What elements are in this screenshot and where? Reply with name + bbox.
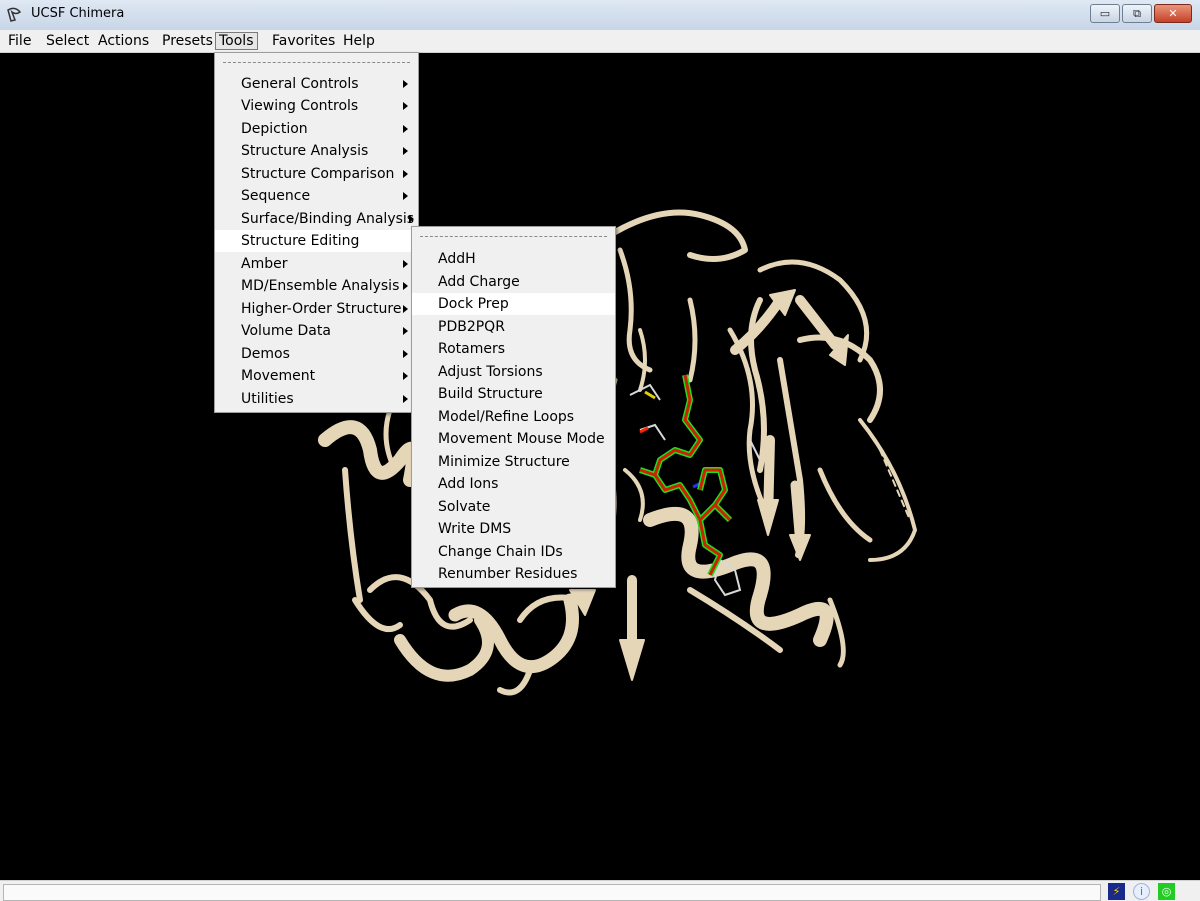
- submenu-arrow-icon: [403, 327, 408, 335]
- minimize-button[interactable]: ▭: [1090, 4, 1120, 23]
- menu-item-pdb2pqr[interactable]: PDB2PQR: [412, 316, 615, 338]
- menu-item-label: Volume Data: [241, 323, 331, 339]
- status-bar: ⚡ i ◎: [0, 880, 1200, 901]
- menu-item-add-ions[interactable]: Add Ions: [412, 473, 615, 495]
- status-message-field: [3, 884, 1101, 901]
- menu-item-label: Amber: [241, 256, 288, 272]
- submenu-arrow-icon: [403, 282, 408, 290]
- menu-item-label: Utilities: [241, 391, 294, 407]
- menu-file[interactable]: File: [5, 32, 34, 50]
- menu-item-label: General Controls: [241, 76, 359, 92]
- chimera-app-icon: [7, 7, 22, 22]
- menu-item-higher-order-structure[interactable]: Higher-Order Structure: [215, 298, 418, 320]
- submenu-arrow-icon: [403, 80, 408, 88]
- submenu-arrow-icon: [403, 147, 408, 155]
- menu-item-label: Structure Comparison: [241, 166, 395, 182]
- tools-menu: General Controls Viewing Controls Depict…: [214, 52, 419, 413]
- menu-item-add-charge[interactable]: Add Charge: [412, 271, 615, 293]
- menu-item-utilities[interactable]: Utilities: [215, 388, 418, 410]
- submenu-arrow-icon: [403, 395, 408, 403]
- menu-item-md-ensemble-analysis[interactable]: MD/Ensemble Analysis: [215, 275, 418, 297]
- green-status-icon[interactable]: ◎: [1158, 883, 1175, 900]
- submenu-arrow-icon: [403, 305, 408, 313]
- menu-item-build-structure[interactable]: Build Structure: [412, 383, 615, 405]
- menu-item-label: MD/Ensemble Analysis: [241, 278, 400, 294]
- menu-bar: File Select Actions Presets Tools Favori…: [0, 30, 1200, 53]
- submenu-arrow-icon: [403, 102, 408, 110]
- info-icon[interactable]: i: [1133, 883, 1150, 900]
- menu-help[interactable]: Help: [340, 32, 378, 50]
- menu-item-general-controls[interactable]: General Controls: [215, 73, 418, 95]
- menu-item-label: Structure Editing: [241, 233, 360, 249]
- menu-item-model-refine-loops[interactable]: Model/Refine Loops: [412, 406, 615, 428]
- submenu-arrow-icon: [409, 215, 414, 223]
- close-button[interactable]: ✕: [1154, 4, 1192, 23]
- menu-item-movement[interactable]: Movement: [215, 365, 418, 387]
- menu-presets[interactable]: Presets: [159, 32, 216, 50]
- menu-item-volume-data[interactable]: Volume Data: [215, 320, 418, 342]
- submenu-arrow-icon: [403, 125, 408, 133]
- window-title: UCSF Chimera: [31, 6, 125, 21]
- menu-item-solvate[interactable]: Solvate: [412, 496, 615, 518]
- menu-item-minimize-structure[interactable]: Minimize Structure: [412, 451, 615, 473]
- menu-item-label: Structure Analysis: [241, 143, 369, 159]
- menu-tools[interactable]: Tools: [215, 32, 258, 50]
- menu-item-depiction[interactable]: Depiction: [215, 118, 418, 140]
- menu-item-structure-analysis[interactable]: Structure Analysis: [215, 140, 418, 162]
- title-bar: UCSF Chimera ▭ ⧉ ✕: [0, 0, 1200, 31]
- menu-item-label: Demos: [241, 346, 290, 362]
- menu-item-label: Higher-Order Structure: [241, 301, 402, 317]
- menu-item-write-dms[interactable]: Write DMS: [412, 518, 615, 540]
- tearoff-line[interactable]: [420, 236, 607, 237]
- menu-item-label: Sequence: [241, 188, 311, 204]
- menu-item-rotamers[interactable]: Rotamers: [412, 338, 615, 360]
- menu-item-demos[interactable]: Demos: [215, 343, 418, 365]
- submenu-arrow-icon: [403, 260, 408, 268]
- menu-item-viewing-controls[interactable]: Viewing Controls: [215, 95, 418, 117]
- menu-item-structure-editing[interactable]: Structure Editing: [215, 230, 418, 252]
- menu-favorites[interactable]: Favorites: [269, 32, 338, 50]
- menu-item-adjust-torsions[interactable]: Adjust Torsions: [412, 361, 615, 383]
- menu-item-surface-binding-analysis[interactable]: Surface/Binding Analysis: [215, 208, 418, 230]
- menu-item-amber[interactable]: Amber: [215, 253, 418, 275]
- submenu-arrow-icon: [403, 372, 408, 380]
- tearoff-line[interactable]: [223, 62, 410, 63]
- menu-item-movement-mouse-mode[interactable]: Movement Mouse Mode: [412, 428, 615, 450]
- submenu-arrow-icon: [403, 350, 408, 358]
- menu-item-label: Depiction: [241, 121, 308, 137]
- menu-select[interactable]: Select: [43, 32, 92, 50]
- menu-item-sequence[interactable]: Sequence: [215, 185, 418, 207]
- restore-button[interactable]: ⧉: [1122, 4, 1152, 23]
- submenu-arrow-icon: [403, 170, 408, 178]
- menu-item-label: Surface/Binding Analysis: [241, 211, 415, 227]
- menu-item-structure-comparison[interactable]: Structure Comparison: [215, 163, 418, 185]
- menu-item-change-chain-ids[interactable]: Change Chain IDs: [412, 541, 615, 563]
- menu-item-label: Viewing Controls: [241, 98, 359, 114]
- menu-item-renumber-residues[interactable]: Renumber Residues: [412, 563, 615, 585]
- lightning-icon[interactable]: ⚡: [1108, 883, 1125, 900]
- menu-item-dock-prep[interactable]: Dock Prep: [412, 293, 615, 315]
- menu-item-label: Movement: [241, 368, 316, 384]
- submenu-arrow-icon: [403, 192, 408, 200]
- structure-editing-submenu: AddH Add Charge Dock Prep PDB2PQR Rotame…: [411, 226, 616, 588]
- menu-item-addh[interactable]: AddH: [412, 248, 615, 270]
- menu-actions[interactable]: Actions: [95, 32, 152, 50]
